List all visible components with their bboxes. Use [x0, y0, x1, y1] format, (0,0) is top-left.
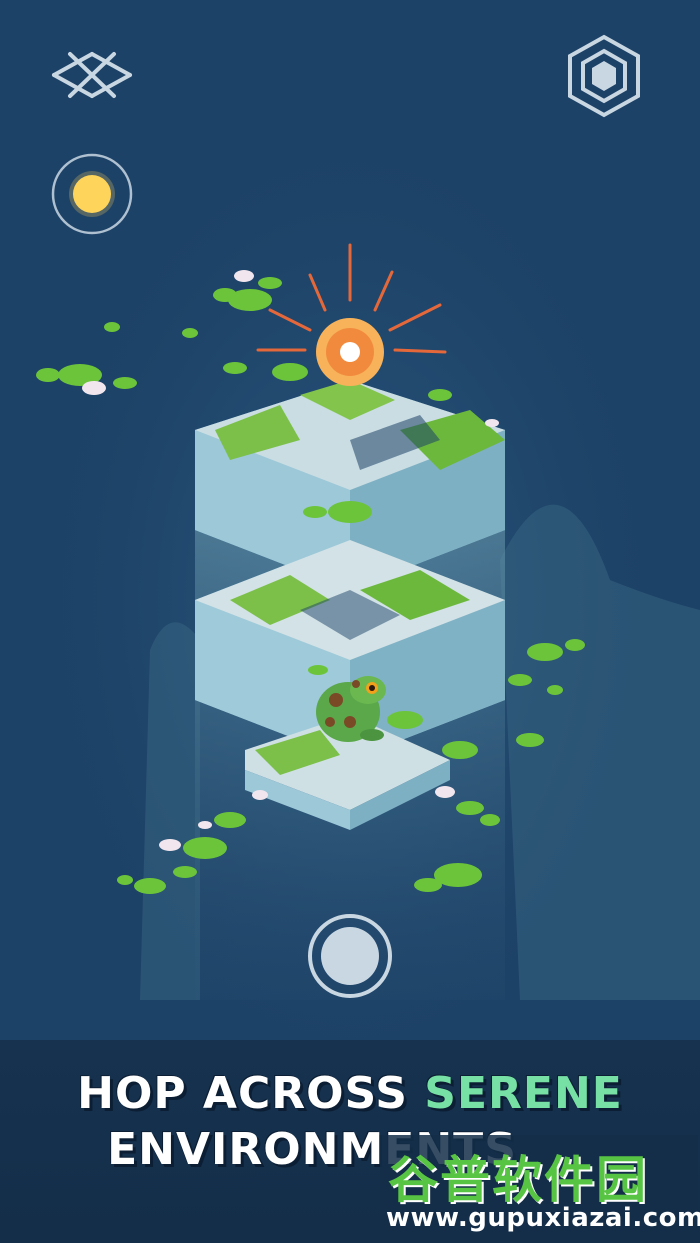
- jump-button[interactable]: [306, 912, 394, 1000]
- caption-line-1: HOP ACROSS SERENE: [0, 1068, 700, 1119]
- caption-prefix: HOP ACROSS: [77, 1068, 425, 1119]
- lattice-menu-icon: [52, 52, 132, 98]
- hexagon-icon: [568, 34, 640, 118]
- jump-button-icon: [308, 914, 392, 998]
- watermark-url: www.gupuxiazai.com: [386, 1203, 700, 1233]
- sun-toggle-button[interactable]: [50, 152, 134, 236]
- watermark-logo-text: 谷普软件园: [388, 1151, 648, 1209]
- sun-toggle-icon: [51, 153, 133, 235]
- menu-button[interactable]: [50, 48, 134, 102]
- hexagon-button[interactable]: [566, 34, 642, 118]
- caption-accent: SERENE: [424, 1068, 623, 1119]
